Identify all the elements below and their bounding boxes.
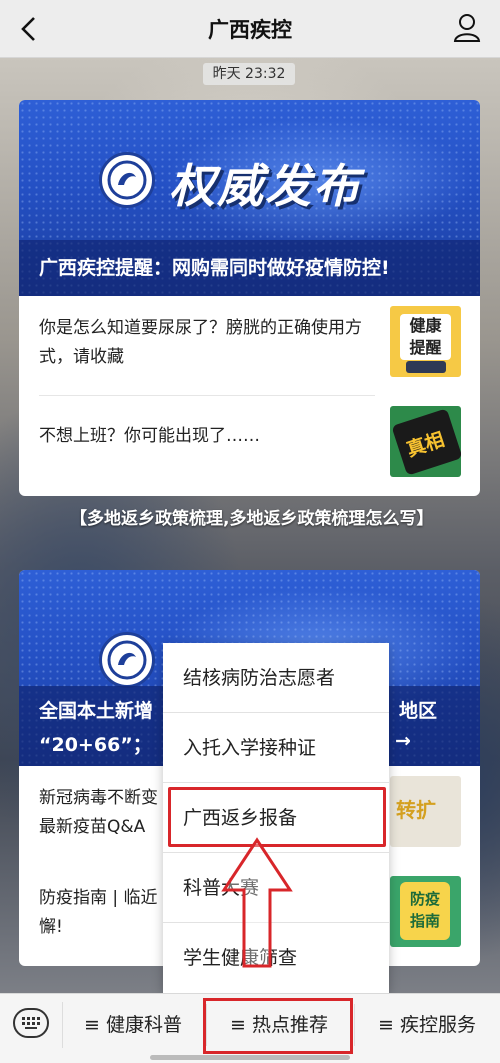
thumbnail-label: 防疫指南 [400,882,450,940]
list-item-title: 不想上班？你可能出现了…… [39,426,260,446]
thumbnail-image: 健康提醒 [390,306,461,377]
banner-caption-line2: “20+66”； [39,734,152,756]
top-bar: 广西疾控 [0,0,500,58]
banner-heading: 权威发布 [169,159,361,213]
article-card[interactable]: 权威发布 广西疾控提醒：网购需同时做好疫情防控! 你是怎么知道要尿尿了？膀胱的正… [19,100,480,496]
article-banner[interactable]: 权威发布 广西疾控提醒：网购需同时做好疫情防控! [19,100,480,296]
divider [62,1002,63,1048]
banner-caption-continued: 地区 [399,700,438,722]
thumbnail-image: 真相 [390,406,461,477]
thumbnail-text: 健康提醒 [409,316,442,357]
menu-tab-health-science[interactable]: ≡ 健康科普 [84,1010,182,1037]
arrow-right-icon: → [395,730,411,752]
profile-button[interactable] [452,12,482,44]
banner-caption: 广西疾控提醒：网购需同时做好疫情防控! [19,240,480,296]
cdc-logo-icon [99,632,155,688]
submenu-item[interactable]: 结核病防治志愿者 [163,643,389,713]
list-item[interactable]: 你是怎么知道要尿尿了？膀胱的正确使用方式，请收藏 健康提醒 [19,296,480,386]
message-timestamp: 昨天 23:32 [203,63,295,85]
thumbnail-text: 转扩 [396,798,436,822]
thumbnail-image: 转扩 [390,776,461,847]
list-item-title: 防疫指南 | 临近懈! [39,888,158,937]
arrow-up-icon [221,837,293,968]
person-icon [453,14,481,42]
keyboard-toggle-button[interactable] [13,1008,49,1038]
overlay-article-title: 【多地返乡政策梳理,多地返乡政策梳理怎么写】 [70,509,434,529]
cdc-logo-icon [99,152,155,208]
keyboard-icon [22,1017,40,1029]
banner-caption: 全国本土新增 [39,700,154,722]
menu-tab-cdc-services[interactable]: ≡ 疾控服务 [378,1010,476,1037]
list-item-title: 新冠病毒不断变最新疫苗Q&A [39,788,158,837]
page-title: 广西疾控 [208,18,292,42]
list-item[interactable]: 不想上班？你可能出现了…… 真相 [19,396,480,486]
home-indicator [150,1055,350,1060]
divider [354,1004,355,1046]
list-item-title: 你是怎么知道要尿尿了？膀胱的正确使用方式，请收藏 [39,318,362,367]
thumbnail-text: 防疫指南 [409,890,440,930]
submenu-item[interactable]: 入托入学接种证 [163,713,389,783]
thumbnail-label: 健康提醒 [400,314,451,360]
highlight-annotation [203,998,353,1054]
thumbnail-image: 防疫指南 [390,876,461,947]
bus-icon [406,361,446,373]
